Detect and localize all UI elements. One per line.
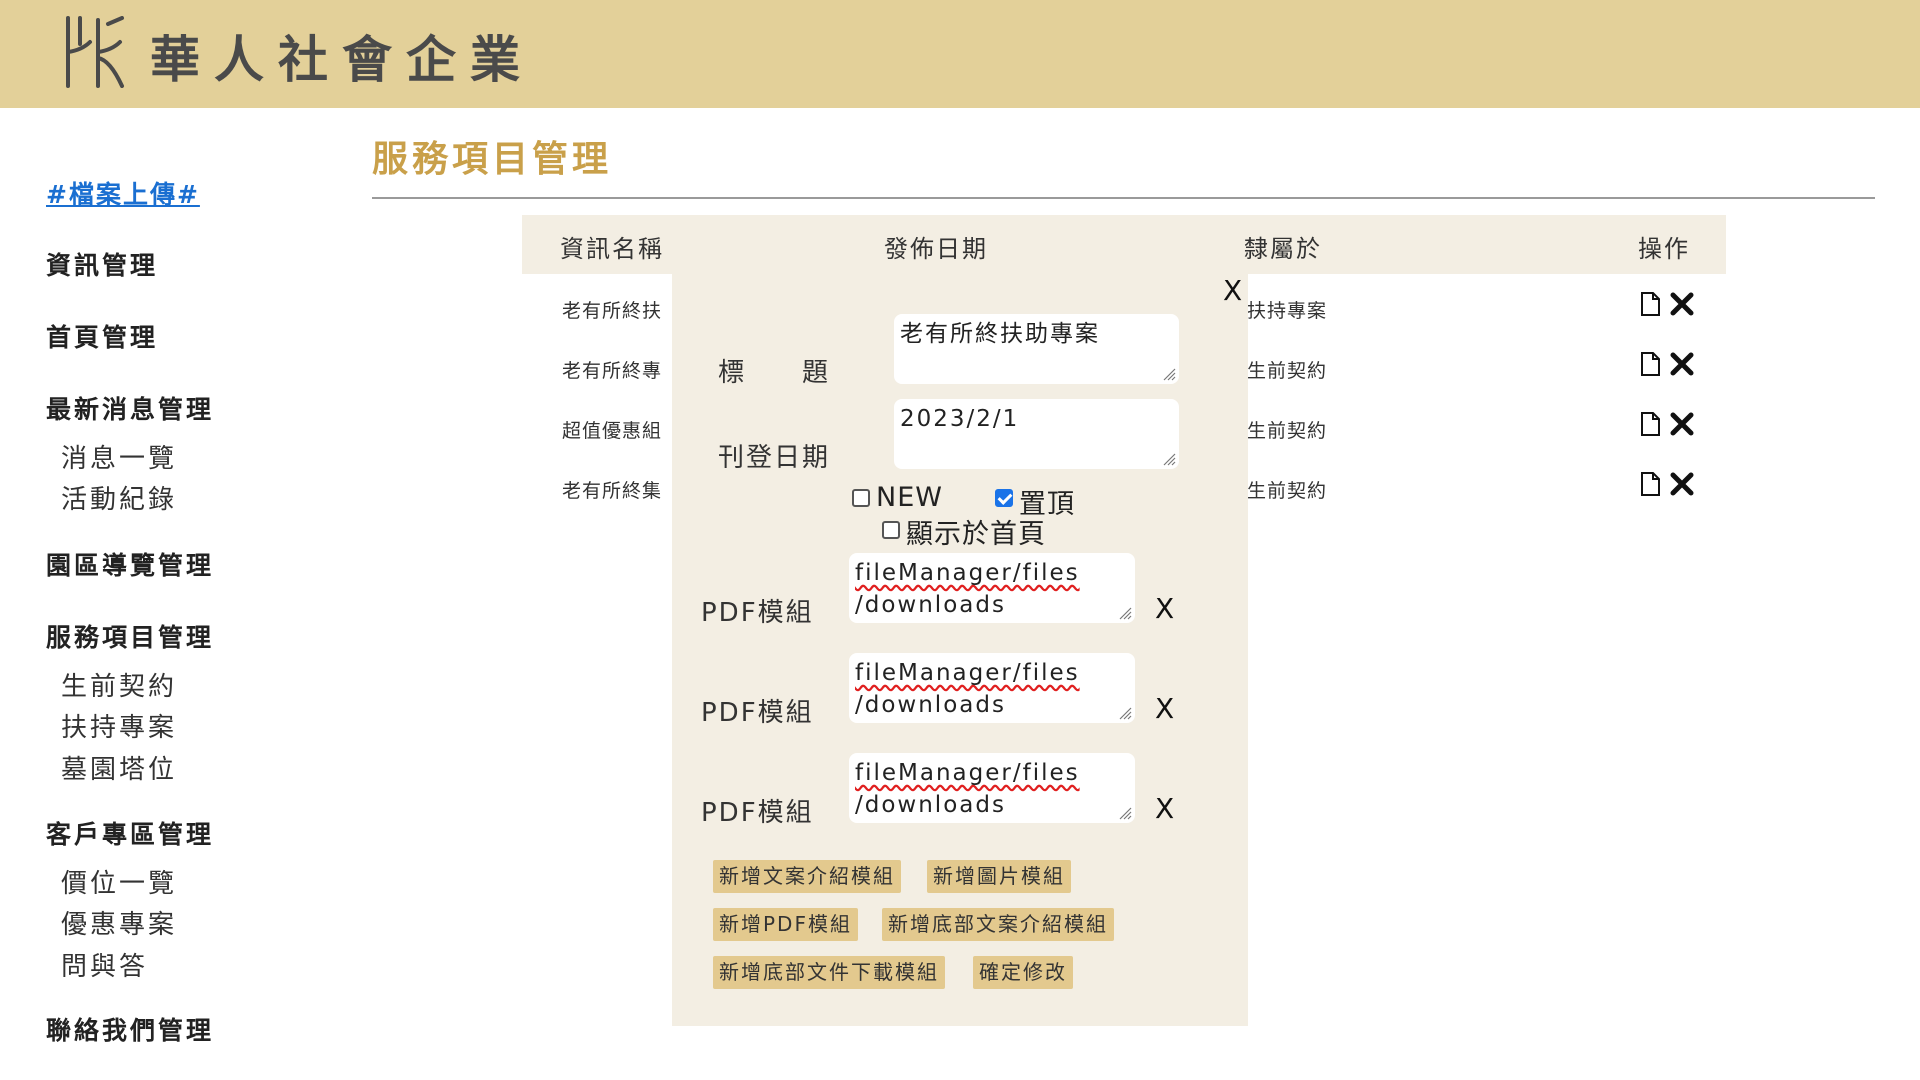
column-header-name: 資訊名稱 [560,235,664,263]
pdf-path-line1: fileManager/files [855,760,1080,786]
pdf-path-line1: fileManager/files [855,560,1080,586]
show-on-home-checkbox-label[interactable]: 顯示於首頁 [906,512,1046,551]
page-title: 服務項目管理 [372,139,613,180]
resize-grip-icon[interactable] [1118,806,1132,820]
copy-icon[interactable] [1638,290,1666,318]
resize-grip-icon[interactable] [1118,706,1132,720]
add-bottom-copy-intro-module-button[interactable]: 新增底部文案介紹模組 [882,908,1114,941]
nav-news-list[interactable]: 消息一覽 [61,438,177,475]
nav-customer-area-management[interactable]: 客戶專區管理 [46,815,214,851]
show-on-home-checkbox[interactable] [882,521,900,539]
remove-pdf-module-button[interactable]: X [1155,792,1174,825]
nav-service-management[interactable]: 服務項目管理 [46,618,214,654]
nav-pre-need-contract[interactable]: 生前契約 [61,666,177,703]
add-copy-intro-module-button[interactable]: 新增文案介紹模組 [713,860,901,893]
nav-activity-records[interactable]: 活動紀錄 [61,479,177,516]
pdf-module-label: PDF模組 [701,598,814,628]
row-category: 扶持專案 [1247,300,1328,322]
hr-monogram-icon[interactable] [62,16,126,88]
row-category: 生前契約 [1247,420,1328,442]
new-checkbox-label[interactable]: NEW [876,482,943,513]
resize-grip-icon[interactable] [1162,452,1176,466]
delete-icon[interactable] [1668,410,1696,438]
new-checkbox[interactable] [852,489,870,507]
nav-contact-management[interactable]: 聯絡我們管理 [46,1011,214,1047]
pdf-path-line2: /downloads [855,792,1006,818]
row-category: 生前契約 [1247,480,1328,502]
nav-support-projects[interactable]: 扶持專案 [61,707,177,744]
nav-news-management[interactable]: 最新消息管理 [46,390,214,426]
copy-icon[interactable] [1638,470,1666,498]
nav-faq[interactable]: 問與答 [61,946,148,983]
publish-date-value: 2023/2/1 [900,406,1020,432]
row-name: 老有所終專 [562,360,663,382]
pin-top-checkbox[interactable] [995,489,1013,507]
add-pdf-module-button[interactable]: 新增PDF模組 [713,908,858,941]
nav-price-list[interactable]: 價位一覽 [61,863,177,900]
resize-grip-icon[interactable] [1162,367,1176,381]
header-bar: 華人社會企業 [0,0,1920,108]
pdf-path-field[interactable]: fileManager/files/downloads [849,553,1135,623]
row-name: 老有所終集 [562,480,663,502]
pdf-path-line2: /downloads [855,592,1006,618]
pdf-path-line2: /downloads [855,692,1006,718]
confirm-edit-button[interactable]: 確定修改 [973,956,1073,989]
resize-grip-icon[interactable] [1118,606,1132,620]
nav-info-management[interactable]: 資訊管理 [46,246,158,282]
file-upload-link[interactable]: #檔案上傳# [46,175,200,211]
nav-park-tour-management[interactable]: 園區導覽管理 [46,546,214,582]
pdf-path-field[interactable]: fileManager/files/downloads [849,653,1135,723]
copy-icon[interactable] [1638,350,1666,378]
pdf-path-line1: fileManager/files [855,660,1080,686]
remove-pdf-module-button[interactable]: X [1155,592,1174,625]
column-header-date: 發佈日期 [884,235,988,263]
modal-close-button[interactable]: X [1223,274,1242,307]
row-name: 老有所終扶 [562,300,663,322]
title-field[interactable]: 老有所終扶助專案 [894,314,1179,384]
pdf-path-field[interactable]: fileManager/files/downloads [849,753,1135,823]
title-divider [372,197,1875,199]
sidebar: #檔案上傳# 資訊管理 首頁管理 最新消息管理 消息一覽 活動紀錄 園區導覽管理… [0,108,330,1080]
column-header-category: 隸屬於 [1244,235,1322,263]
pdf-module-label: PDF模組 [701,798,814,828]
row-name: 超值優惠組 [562,420,663,442]
title-field-value: 老有所終扶助專案 [900,321,1100,347]
title-label: 標 題 [718,358,831,388]
brand-name: 華人社會企業 [150,31,534,89]
delete-icon[interactable] [1668,290,1696,318]
nav-home-management[interactable]: 首頁管理 [46,318,158,354]
copy-icon[interactable] [1638,410,1666,438]
pdf-module-label: PDF模組 [701,698,814,728]
row-category: 生前契約 [1247,360,1328,382]
publish-date-field[interactable]: 2023/2/1 [894,399,1179,469]
column-header-actions: 操作 [1638,235,1690,263]
add-image-module-button[interactable]: 新增圖片模組 [927,860,1071,893]
table-header: 資訊名稱 發佈日期 隸屬於 操作 [522,215,1726,274]
remove-pdf-module-button[interactable]: X [1155,692,1174,725]
add-bottom-download-module-button[interactable]: 新增底部文件下載模組 [713,956,945,989]
delete-icon[interactable] [1668,350,1696,378]
delete-icon[interactable] [1668,470,1696,498]
publish-date-label: 刊登日期 [718,443,831,473]
nav-cemetery-niches[interactable]: 墓園塔位 [61,749,177,786]
nav-discount-projects[interactable]: 優惠專案 [61,904,177,941]
